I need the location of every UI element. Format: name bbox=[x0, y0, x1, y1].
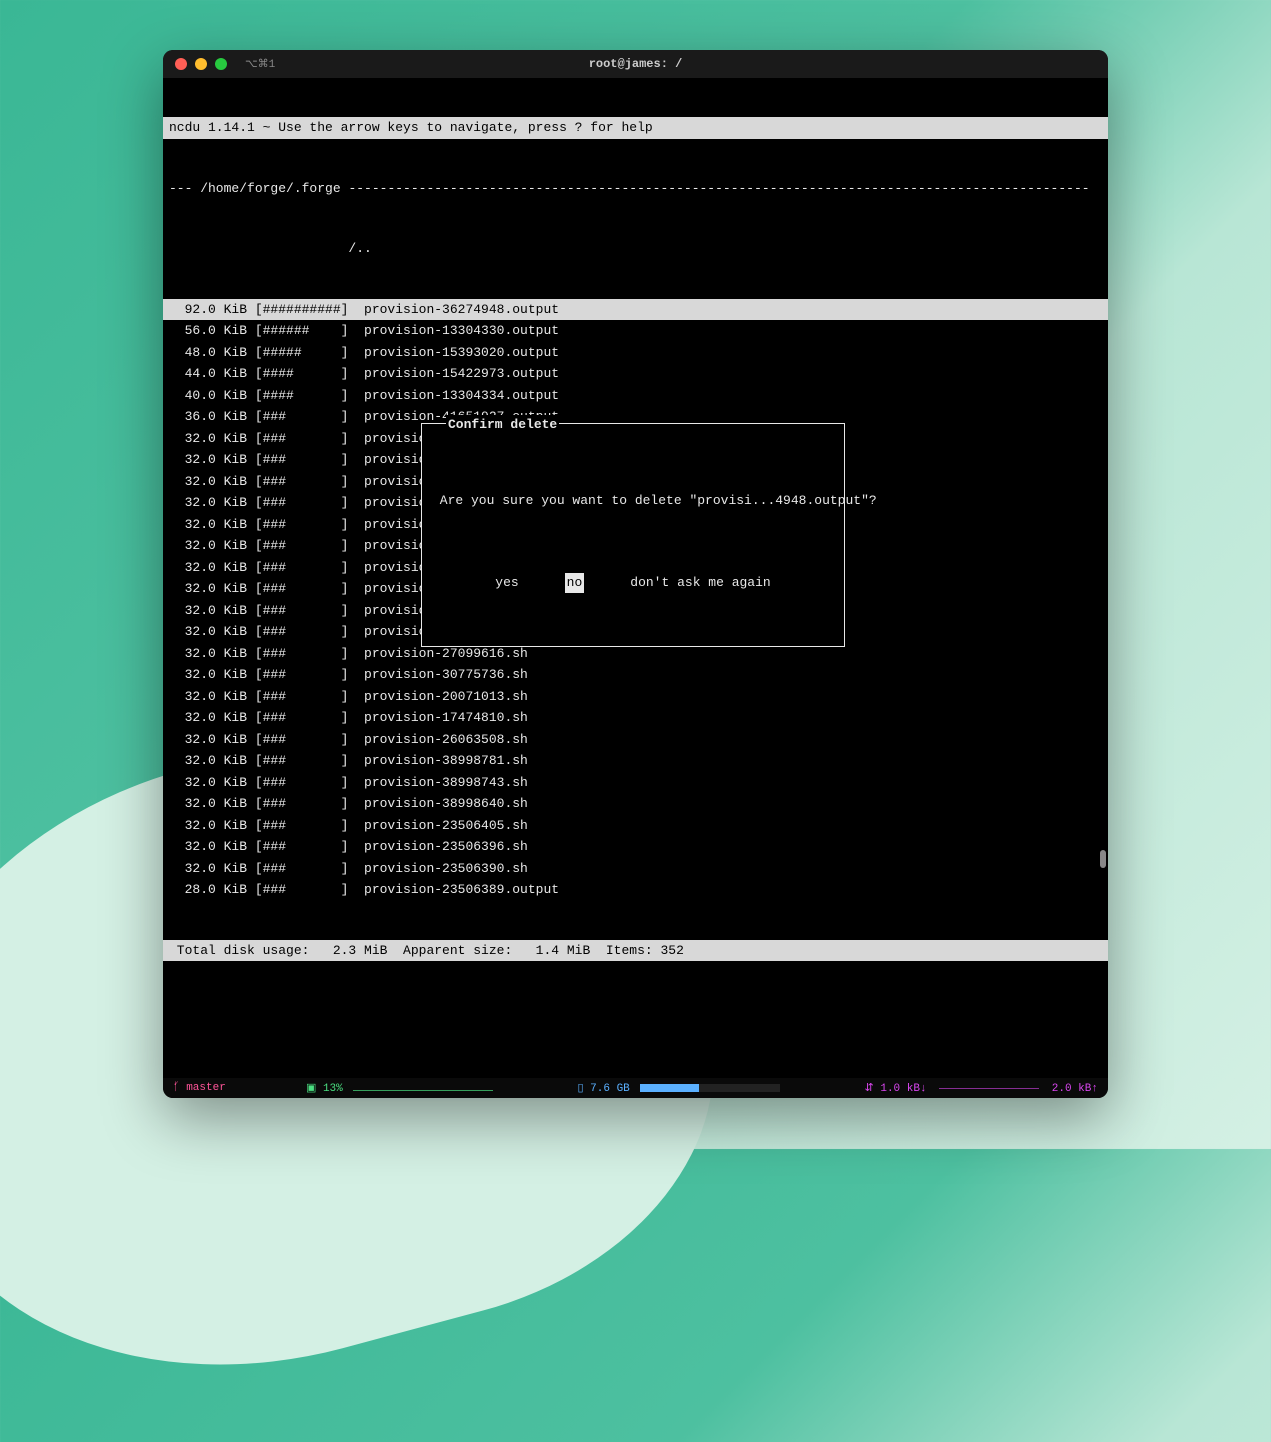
titlebar: ⌥⌘1 root@james: / bbox=[163, 50, 1108, 78]
net-down: 1.0 kB↓ bbox=[880, 1083, 926, 1095]
path-dashes: ----------------------------------------… bbox=[348, 181, 1089, 196]
tab-indicator: ⌥⌘1 bbox=[245, 57, 275, 71]
file-row[interactable]: 32.0 KiB [### ] provision-17474810.sh bbox=[163, 707, 1108, 729]
cpu-graph bbox=[353, 1083, 493, 1093]
file-row[interactable]: 56.0 KiB [###### ] provision-13304330.ou… bbox=[163, 320, 1108, 342]
close-icon[interactable] bbox=[175, 58, 187, 70]
terminal-window: ⌥⌘1 root@james: / ncdu 1.14.1 ~ Use the … bbox=[163, 50, 1108, 1098]
parent-dir[interactable]: /.. bbox=[163, 238, 1108, 260]
minimize-icon[interactable] bbox=[195, 58, 207, 70]
net-meter: ⇵ 1.0 kB↓ 2.0 kB↑ bbox=[865, 1081, 1098, 1095]
cpu-icon: ▣ bbox=[306, 1083, 316, 1095]
terminal-body[interactable]: ncdu 1.14.1 ~ Use the arrow keys to navi… bbox=[163, 78, 1108, 1078]
net-up: 2.0 kB↑ bbox=[1052, 1083, 1098, 1095]
file-row[interactable]: 32.0 KiB [### ] provision-23506405.sh bbox=[163, 815, 1108, 837]
confirm-delete-dialog: Confirm delete Are you sure you want to … bbox=[421, 423, 845, 647]
mem-meter: ▯ 7.6 GB bbox=[578, 1081, 785, 1095]
net-graph bbox=[939, 1088, 1039, 1089]
cpu-meter: ▣ 13% bbox=[306, 1081, 497, 1095]
git-branch: ᚶ master bbox=[173, 1082, 226, 1094]
dialog-message: Are you sure you want to delete "provisi… bbox=[422, 483, 844, 535]
file-row[interactable]: 40.0 KiB [#### ] provision-13304334.outp… bbox=[163, 385, 1108, 407]
file-row[interactable]: 32.0 KiB [### ] provision-23506390.sh bbox=[163, 858, 1108, 880]
scrollbar-thumb[interactable] bbox=[1100, 850, 1106, 868]
status-bar: ᚶ master ▣ 13% ▯ 7.6 GB ⇵ 1.0 kB↓ 2.0 kB… bbox=[163, 1078, 1108, 1098]
file-row[interactable]: 44.0 KiB [#### ] provision-15422973.outp… bbox=[163, 363, 1108, 385]
ncdu-header: ncdu 1.14.1 ~ Use the arrow keys to navi… bbox=[163, 117, 1108, 139]
path-line: --- /home/forge/.forge -----------------… bbox=[163, 178, 1108, 200]
option-no[interactable]: no bbox=[565, 573, 585, 593]
window-title: root@james: / bbox=[589, 57, 683, 71]
file-row[interactable]: 92.0 KiB [##########] provision-36274948… bbox=[163, 299, 1108, 321]
file-row[interactable]: 32.0 KiB [### ] provision-20071013.sh bbox=[163, 686, 1108, 708]
mem-graph bbox=[640, 1084, 780, 1092]
file-row[interactable]: 48.0 KiB [##### ] provision-15393020.out… bbox=[163, 342, 1108, 364]
option-yes[interactable]: yes bbox=[495, 573, 518, 593]
file-row[interactable]: 32.0 KiB [### ] provision-38998743.sh bbox=[163, 772, 1108, 794]
current-path: --- /home/forge/.forge bbox=[169, 181, 348, 196]
dialog-options: yes no don't ask me again bbox=[422, 573, 844, 593]
mem-value: 7.6 GB bbox=[590, 1083, 630, 1095]
cpu-percent: 13% bbox=[323, 1083, 343, 1095]
file-row[interactable]: 32.0 KiB [### ] provision-38998781.sh bbox=[163, 750, 1108, 772]
file-row[interactable]: 28.0 KiB [### ] provision-23506389.outpu… bbox=[163, 879, 1108, 901]
file-row[interactable]: 32.0 KiB [### ] provision-38998640.sh bbox=[163, 793, 1108, 815]
ncdu-footer: Total disk usage: 2.3 MiB Apparent size:… bbox=[163, 940, 1108, 962]
option-dont-ask[interactable]: don't ask me again bbox=[630, 573, 770, 593]
dialog-title: Confirm delete bbox=[446, 415, 559, 435]
net-icon: ⇵ bbox=[865, 1083, 874, 1095]
zoom-icon[interactable] bbox=[215, 58, 227, 70]
mem-icon: ▯ bbox=[578, 1083, 584, 1095]
traffic-lights bbox=[175, 58, 227, 70]
file-row[interactable]: 32.0 KiB [### ] provision-23506396.sh bbox=[163, 836, 1108, 858]
file-row[interactable]: 32.0 KiB [### ] provision-26063508.sh bbox=[163, 729, 1108, 751]
file-row[interactable]: 32.0 KiB [### ] provision-30775736.sh bbox=[163, 664, 1108, 686]
